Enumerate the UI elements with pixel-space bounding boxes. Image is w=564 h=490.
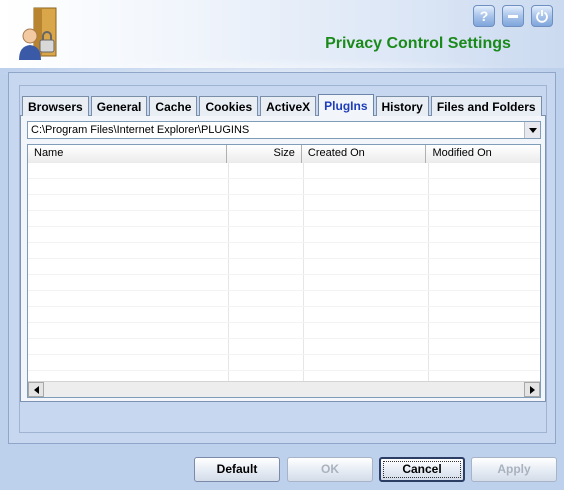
row-divider	[28, 210, 540, 211]
ok-button[interactable]: OK	[287, 457, 373, 482]
row-divider	[28, 290, 540, 291]
row-divider	[28, 226, 540, 227]
row-divider	[28, 178, 540, 179]
arrow-right-icon	[529, 385, 535, 394]
tab-browsers[interactable]: Browsers	[22, 96, 89, 116]
column-header-name[interactable]: Name	[28, 145, 228, 163]
chevron-down-icon	[528, 127, 537, 133]
row-divider	[28, 322, 540, 323]
row-divider	[28, 242, 540, 243]
column-header-size[interactable]: Size	[227, 145, 302, 163]
list-body	[28, 163, 540, 381]
scroll-track[interactable]	[44, 382, 524, 397]
tab-bar: Browsers General Cache Cookies ActiveX P…	[22, 94, 544, 116]
power-icon	[536, 10, 548, 23]
row-divider	[28, 274, 540, 275]
plugins-folder-value: C:\Program Files\Internet Explorer\PLUGI…	[31, 124, 250, 136]
default-button[interactable]: Default	[194, 457, 280, 482]
minimize-button[interactable]	[502, 5, 524, 27]
column-header-created-on[interactable]: Created On	[301, 145, 427, 163]
column-divider	[228, 163, 229, 381]
tab-history[interactable]: History	[375, 96, 429, 116]
scroll-right-button[interactable]	[524, 382, 540, 397]
horizontal-scrollbar[interactable]	[28, 381, 540, 397]
column-divider	[303, 163, 304, 381]
help-button[interactable]: ?	[473, 5, 495, 27]
app-logo-icon	[19, 7, 57, 60]
tab-plugins[interactable]: PlugIns	[318, 94, 374, 116]
arrow-left-icon	[33, 385, 39, 394]
power-button[interactable]	[531, 5, 553, 27]
app-title: Privacy Control Settings	[325, 35, 511, 52]
tab-activex[interactable]: ActiveX	[260, 96, 317, 116]
tab-cookies[interactable]: Cookies	[199, 96, 259, 116]
apply-button[interactable]: Apply	[471, 457, 557, 482]
row-divider	[28, 306, 540, 307]
scroll-left-button[interactable]	[28, 382, 44, 397]
row-divider	[28, 354, 540, 355]
dropdown-button[interactable]	[524, 122, 540, 138]
plugins-list[interactable]: Name Size Created On Modified On	[27, 144, 541, 398]
column-divider	[428, 163, 429, 381]
plugins-folder-select[interactable]: C:\Program Files\Internet Explorer\PLUGI…	[27, 121, 541, 139]
tab-files-and-folders[interactable]: Files and Folders	[430, 96, 542, 116]
tab-general[interactable]: General	[90, 96, 148, 116]
row-divider	[28, 370, 540, 371]
row-divider	[28, 194, 540, 195]
list-header: Name Size Created On Modified On	[28, 145, 540, 163]
question-icon: ?	[479, 8, 489, 24]
row-divider	[28, 338, 540, 339]
tab-cache[interactable]: Cache	[149, 96, 198, 116]
row-divider	[28, 258, 540, 259]
column-header-modified-on[interactable]: Modified On	[426, 145, 540, 163]
minimize-icon	[508, 15, 518, 18]
cancel-button[interactable]: Cancel	[379, 457, 465, 482]
